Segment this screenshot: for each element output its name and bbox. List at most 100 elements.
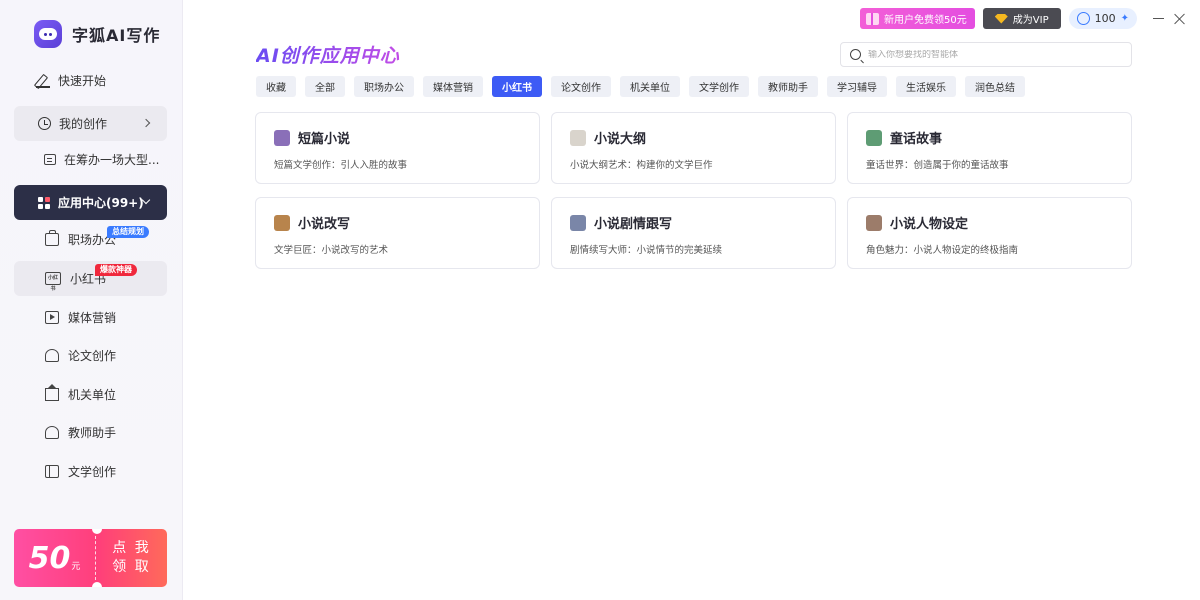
sidebar-item-label: 论文创作 — [68, 349, 117, 363]
tab-thesis[interactable]: 论文创作 — [551, 76, 611, 97]
tab-polish[interactable]: 润色总结 — [965, 76, 1025, 97]
category-tabs: 收藏 全部 职场办公 媒体营销 小红书 论文创作 机关单位 文学创作 教师助手 … — [256, 76, 1025, 97]
apps-grid-icon — [38, 196, 50, 209]
gift-icon — [866, 12, 880, 25]
office-badge: 总结规划 — [107, 226, 149, 238]
sidebar-item-label: 教师助手 — [68, 426, 117, 440]
tab-media[interactable]: 媒体营销 — [423, 76, 483, 97]
graduation-cap-icon — [45, 349, 59, 362]
card-title: 小说人物设定 — [890, 217, 969, 232]
coupon-amount: 50 元 — [14, 536, 96, 580]
user-icon — [1076, 12, 1090, 25]
card-title: 小说改写 — [298, 217, 351, 232]
tab-literature[interactable]: 文学创作 — [689, 76, 749, 97]
government-building-icon — [45, 384, 59, 401]
tab-tutoring[interactable]: 学习辅导 — [827, 76, 887, 97]
app-card-grid: 短篇小说 短篇文学创作：引人入胜的故事 小说大纲 小说大纲艺术：构建你的文学巨作… — [255, 112, 1132, 269]
xiaohongshu-icon: 小红书 — [45, 272, 61, 292]
chevron-right-icon — [141, 118, 151, 128]
app-card-novel-rewrite[interactable]: 小说改写 文学巨匠：小说改写的艺术 — [255, 197, 540, 269]
my-creations-label: 我的创作 — [59, 117, 108, 131]
briefcase-icon — [45, 230, 59, 246]
app-card-short-story[interactable]: 短篇小说 短篇文学创作：引人入胜的故事 — [255, 112, 540, 184]
card-title: 童话故事 — [890, 132, 943, 147]
novel-rewrite-thumbnail-icon — [274, 214, 290, 231]
sidebar-item-label: 媒体营销 — [68, 311, 117, 325]
sidebar-item-government[interactable]: 机关单位 — [14, 377, 167, 412]
app-card-novel-outline[interactable]: 小说大纲 小说大纲艺术：构建你的文学巨作 — [551, 112, 836, 184]
tab-favorites[interactable]: 收藏 — [256, 76, 296, 97]
tab-government[interactable]: 机关单位 — [620, 76, 680, 97]
app-logo[interactable]: 字狐AI写作 — [34, 20, 160, 48]
quick-start-button[interactable]: 快速开始 — [36, 72, 106, 89]
sidebar: 字狐AI写作 快速开始 我的创作 在筹办一场大型... 应用中心(99+) 职场… — [0, 0, 183, 600]
card-description: 短篇文学创作：引人入胜的故事 — [274, 160, 408, 171]
claim-coupon-button[interactable]: 点 我 领 取 — [96, 539, 167, 577]
card-description: 剧情续写大师：小说情节的完美延续 — [570, 245, 723, 256]
pen-icon — [36, 74, 50, 88]
card-description: 小说大纲艺术：构建你的文学巨作 — [570, 160, 713, 171]
app-card-character-setting[interactable]: 小说人物设定 角色魅力：小说人物设定的终极指南 — [847, 197, 1132, 269]
claim-line-2: 领 取 — [112, 559, 151, 575]
tab-xiaohongshu[interactable]: 小红书 — [492, 76, 542, 97]
card-description: 角色魅力：小说人物设定的终极指南 — [866, 245, 1019, 256]
recent-creation-label: 在筹办一场大型... — [64, 153, 160, 167]
teacher-icon — [45, 426, 59, 439]
my-creations-button[interactable]: 我的创作 — [14, 106, 167, 141]
search-box[interactable] — [840, 42, 1132, 67]
claim-line-1: 点 我 — [112, 540, 151, 556]
close-icon[interactable] — [1174, 13, 1186, 25]
book-icon — [45, 465, 59, 478]
become-vip-button[interactable]: 成为VIP — [982, 8, 1061, 29]
search-icon — [850, 49, 861, 60]
tab-lifestyle[interactable]: 生活娱乐 — [896, 76, 956, 97]
coupon-promo-banner[interactable]: 50 元 点 我 领 取 — [14, 529, 167, 587]
card-description: 童话世界：创造属于你的童话故事 — [866, 160, 1009, 171]
app-name: 字狐AI写作 — [72, 26, 161, 45]
sidebar-item-label: 文学创作 — [68, 465, 117, 479]
video-icon — [45, 311, 59, 324]
user-points[interactable]: 100 ✦ — [1068, 8, 1137, 29]
xiaohongshu-badge: 爆款神器 — [95, 264, 137, 276]
app-card-plot-continuation[interactable]: 小说剧情跟写 剧情续写大师：小说情节的完美延续 — [551, 197, 836, 269]
tab-teacher[interactable]: 教师助手 — [758, 76, 818, 97]
window-controls — [1153, 13, 1186, 25]
minimize-icon[interactable] — [1153, 17, 1164, 20]
tab-all[interactable]: 全部 — [305, 76, 345, 97]
sidebar-item-teacher[interactable]: 教师助手 — [14, 415, 167, 450]
sparkle-icon: ✦ — [1120, 13, 1129, 24]
points-value: 100 — [1094, 12, 1116, 25]
app-center-label: 应用中心(99+) — [58, 196, 144, 210]
card-title: 短篇小说 — [298, 132, 351, 147]
recent-creation-item[interactable]: 在筹办一场大型... — [44, 151, 159, 168]
novel-outline-thumbnail-icon — [570, 129, 586, 146]
fairy-tale-thumbnail-icon — [866, 129, 882, 146]
quick-start-label: 快速开始 — [58, 74, 107, 88]
card-title: 小说剧情跟写 — [594, 217, 673, 232]
sidebar-item-xiaohongshu[interactable]: 小红书 小红书 — [14, 261, 167, 296]
diamond-icon — [994, 13, 1008, 24]
card-title: 小说大纲 — [594, 132, 647, 147]
sidebar-item-label: 机关单位 — [68, 388, 117, 402]
page-title: AI创作应用中心 — [256, 41, 400, 68]
clock-icon — [38, 117, 51, 130]
sidebar-item-media[interactable]: 媒体营销 — [14, 300, 167, 335]
app-card-fairy-tale[interactable]: 童话故事 童话世界：创造属于你的童话故事 — [847, 112, 1132, 184]
fox-robot-logo-icon — [34, 20, 62, 48]
become-vip-label: 成为VIP — [1012, 15, 1049, 26]
plot-continuation-thumbnail-icon — [570, 214, 586, 231]
top-actions: 新用户免费领50元 成为VIP 100 ✦ — [860, 8, 1186, 29]
new-user-offer-label: 新用户免费领50元 — [884, 15, 967, 26]
tab-office[interactable]: 职场办公 — [354, 76, 414, 97]
short-story-thumbnail-icon — [274, 129, 290, 146]
coupon-value: 50 — [28, 541, 71, 576]
search-input[interactable] — [868, 49, 1108, 60]
coupon-unit: 元 — [71, 562, 81, 572]
character-setting-thumbnail-icon — [866, 214, 882, 231]
new-user-offer-button[interactable]: 新用户免费领50元 — [860, 8, 975, 29]
chat-icon — [44, 154, 56, 165]
card-description: 文学巨匠：小说改写的艺术 — [274, 245, 389, 256]
sidebar-item-literature[interactable]: 文学创作 — [14, 454, 167, 489]
app-center-button[interactable]: 应用中心(99+) — [14, 185, 167, 220]
sidebar-item-thesis[interactable]: 论文创作 — [14, 338, 167, 373]
